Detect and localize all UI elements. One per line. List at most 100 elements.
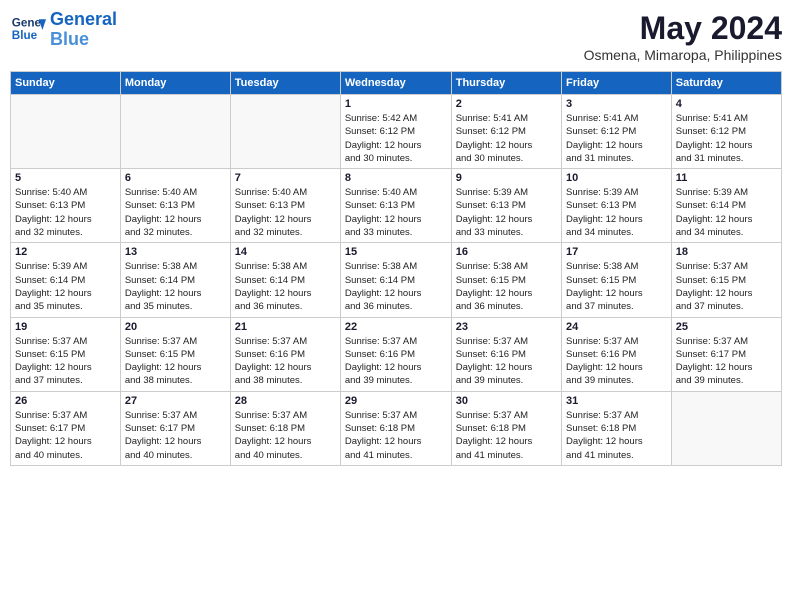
calendar-cell	[11, 95, 121, 169]
calendar-cell: 21 Sunrise: 5:37 AM Sunset: 6:16 PM Dayli…	[230, 317, 340, 391]
calendar-cell: 22 Sunrise: 5:37 AM Sunset: 6:16 PM Dayli…	[340, 317, 451, 391]
day-number: 23	[456, 321, 557, 333]
day-info: Sunrise: 5:37 AM Sunset: 6:15 PM Dayligh…	[676, 260, 777, 313]
calendar-cell: 19Sunrise: 5:37 AM Sunset: 6:15 PM Dayli…	[11, 317, 121, 391]
day-info: Sunrise: 5:37 AM Sunset: 6:17 PM Dayligh…	[125, 409, 226, 462]
calendar-header-row: SundayMondayTuesdayWednesdayThursdayFrid…	[11, 72, 782, 95]
calendar-day-header: Thursday	[451, 72, 561, 95]
day-number: 7	[235, 172, 336, 184]
day-number: 26	[15, 395, 116, 407]
day-info: Sunrise: 5:37 AM Sunset: 6:17 PM Dayligh…	[676, 335, 777, 388]
day-number: 9	[456, 172, 557, 184]
day-info: Sunrise: 5:40 AM Sunset: 6:13 PM Dayligh…	[345, 186, 447, 239]
day-info: Sunrise: 5:40 AM Sunset: 6:13 PM Dayligh…	[125, 186, 226, 239]
logo-text: GeneralBlue	[50, 10, 117, 50]
day-info: Sunrise: 5:38 AM Sunset: 6:14 PM Dayligh…	[235, 260, 336, 313]
day-number: 18	[676, 246, 777, 258]
calendar-week-row: 1 Sunrise: 5:42 AM Sunset: 6:12 PM Daylig…	[11, 95, 782, 169]
calendar-cell: 24 Sunrise: 5:37 AM Sunset: 6:16 PM Dayli…	[562, 317, 672, 391]
day-info: Sunrise: 5:37 AM Sunset: 6:16 PM Dayligh…	[456, 335, 557, 388]
day-number: 15	[345, 246, 447, 258]
day-number: 20	[125, 321, 226, 333]
day-number: 29	[345, 395, 447, 407]
day-number: 17	[566, 246, 667, 258]
day-info: Sunrise: 5:37 AM Sunset: 6:16 PM Dayligh…	[345, 335, 447, 388]
calendar-day-header: Sunday	[11, 72, 121, 95]
day-info: Sunrise: 5:41 AM Sunset: 6:12 PM Dayligh…	[456, 112, 557, 165]
calendar-cell: 11Sunrise: 5:39 AM Sunset: 6:14 PM Dayli…	[671, 169, 781, 243]
day-number: 21	[235, 321, 336, 333]
day-number: 30	[456, 395, 557, 407]
calendar-cell: 31 Sunrise: 5:37 AM Sunset: 6:18 PM Dayli…	[562, 391, 672, 465]
day-number: 4	[676, 98, 777, 110]
day-number: 6	[125, 172, 226, 184]
day-info: Sunrise: 5:37 AM Sunset: 6:18 PM Dayligh…	[456, 409, 557, 462]
day-info: Sunrise: 5:37 AM Sunset: 6:16 PM Dayligh…	[235, 335, 336, 388]
calendar-day-header: Saturday	[671, 72, 781, 95]
day-number: 22	[345, 321, 447, 333]
calendar-cell: 5 Sunrise: 5:40 AM Sunset: 6:13 PM Daylig…	[11, 169, 121, 243]
calendar-week-row: 19 Sunrise: 5:37 AM Sunset: 6:15 PM Dayli…	[11, 317, 782, 391]
calendar-cell: 1 Sunrise: 5:42 AM Sunset: 6:12 PM Daylig…	[340, 95, 451, 169]
day-info: Sunrise: 5:37 AM Sunset: 6:18 PM Dayligh…	[566, 409, 667, 462]
calendar-cell: 2 Sunrise: 5:41 AM Sunset: 6:12 PM Daylig…	[451, 95, 561, 169]
calendar-cell: 4 Sunrise: 5:41 AM Sunset: 6:12 PM Daylig…	[671, 95, 781, 169]
title-area: May 2024 Osmena, Mimaropa, Philippines	[584, 10, 782, 63]
calendar-cell: 7 Sunrise: 5:40 AM Sunset: 6:13 PM Daylig…	[230, 169, 340, 243]
day-number: 8	[345, 172, 447, 184]
calendar-cell: 25 Sunrise: 5:37 AM Sunset: 6:17 PM Dayli…	[671, 317, 781, 391]
location-title: Osmena, Mimaropa, Philippines	[584, 47, 782, 63]
day-info: Sunrise: 5:37 AM Sunset: 6:16 PM Dayligh…	[566, 335, 667, 388]
day-number: 1	[345, 98, 447, 110]
calendar-cell: 23 Sunrise: 5:37 AM Sunset: 6:16 PM Dayli…	[451, 317, 561, 391]
calendar-cell: 18 Sunrise: 5:37 AM Sunset: 6:15 PM Dayli…	[671, 243, 781, 317]
day-info: Sunrise: 5:41 AM Sunset: 6:12 PM Dayligh…	[566, 112, 667, 165]
day-info: Sunrise: 5:38 AM Sunset: 6:14 PM Dayligh…	[125, 260, 226, 313]
calendar-day-header: Friday	[562, 72, 672, 95]
calendar-cell: 29Sunrise: 5:37 AM Sunset: 6:18 PM Dayli…	[340, 391, 451, 465]
day-number: 16	[456, 246, 557, 258]
calendar-cell: 28Sunrise: 5:37 AM Sunset: 6:18 PM Dayli…	[230, 391, 340, 465]
day-info: Sunrise: 5:42 AM Sunset: 6:12 PM Dayligh…	[345, 112, 447, 165]
calendar-week-row: 5 Sunrise: 5:40 AM Sunset: 6:13 PM Daylig…	[11, 169, 782, 243]
calendar-cell	[120, 95, 230, 169]
day-number: 19	[15, 321, 116, 333]
day-number: 3	[566, 98, 667, 110]
day-number: 31	[566, 395, 667, 407]
day-info: Sunrise: 5:40 AM Sunset: 6:13 PM Dayligh…	[15, 186, 116, 239]
day-info: Sunrise: 5:38 AM Sunset: 6:14 PM Dayligh…	[345, 260, 447, 313]
calendar-week-row: 12 Sunrise: 5:39 AM Sunset: 6:14 PM Dayli…	[11, 243, 782, 317]
calendar-cell: 3 Sunrise: 5:41 AM Sunset: 6:12 PM Daylig…	[562, 95, 672, 169]
svg-text:Blue: Blue	[12, 29, 38, 42]
day-info: Sunrise: 5:39 AM Sunset: 6:13 PM Dayligh…	[566, 186, 667, 239]
calendar-table: SundayMondayTuesdayWednesdayThursdayFrid…	[10, 71, 782, 466]
day-number: 25	[676, 321, 777, 333]
day-info: Sunrise: 5:38 AM Sunset: 6:15 PM Dayligh…	[456, 260, 557, 313]
day-number: 2	[456, 98, 557, 110]
month-title: May 2024	[584, 10, 782, 47]
calendar-cell: 17Sunrise: 5:38 AM Sunset: 6:15 PM Dayli…	[562, 243, 672, 317]
calendar-cell: 15 Sunrise: 5:38 AM Sunset: 6:14 PM Dayli…	[340, 243, 451, 317]
calendar-cell: 16 Sunrise: 5:38 AM Sunset: 6:15 PM Dayli…	[451, 243, 561, 317]
day-info: Sunrise: 5:40 AM Sunset: 6:13 PM Dayligh…	[235, 186, 336, 239]
day-number: 5	[15, 172, 116, 184]
day-number: 12	[15, 246, 116, 258]
calendar-cell: 27Sunrise: 5:37 AM Sunset: 6:17 PM Dayli…	[120, 391, 230, 465]
day-number: 24	[566, 321, 667, 333]
page-header: General Blue GeneralBlue May 2024 Osmena…	[10, 10, 782, 63]
logo: General Blue GeneralBlue	[10, 10, 117, 50]
day-number: 14	[235, 246, 336, 258]
calendar-cell: 10 Sunrise: 5:39 AM Sunset: 6:13 PM Dayli…	[562, 169, 672, 243]
day-info: Sunrise: 5:37 AM Sunset: 6:15 PM Dayligh…	[125, 335, 226, 388]
calendar-cell: 20 Sunrise: 5:37 AM Sunset: 6:15 PM Dayli…	[120, 317, 230, 391]
calendar-day-header: Monday	[120, 72, 230, 95]
day-info: Sunrise: 5:39 AM Sunset: 6:14 PM Dayligh…	[15, 260, 116, 313]
day-info: Sunrise: 5:39 AM Sunset: 6:14 PM Dayligh…	[676, 186, 777, 239]
day-info: Sunrise: 5:41 AM Sunset: 6:12 PM Dayligh…	[676, 112, 777, 165]
day-info: Sunrise: 5:37 AM Sunset: 6:18 PM Dayligh…	[235, 409, 336, 462]
calendar-cell: 12 Sunrise: 5:39 AM Sunset: 6:14 PM Dayli…	[11, 243, 121, 317]
day-number: 10	[566, 172, 667, 184]
calendar-day-header: Wednesday	[340, 72, 451, 95]
calendar-cell: 26Sunrise: 5:37 AM Sunset: 6:17 PM Dayli…	[11, 391, 121, 465]
calendar-cell	[230, 95, 340, 169]
